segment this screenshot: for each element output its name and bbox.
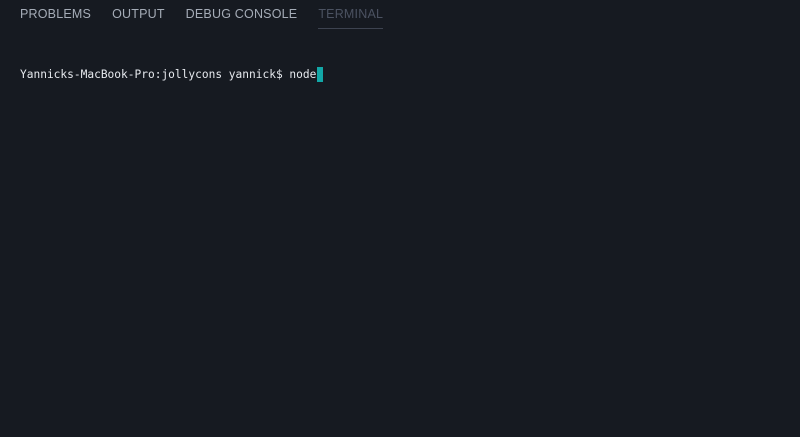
terminal-line: Yannicks-MacBook-Pro:jollycons yannick$ … — [20, 67, 780, 82]
terminal-output[interactable]: Yannicks-MacBook-Pro:jollycons yannick$ … — [20, 41, 780, 427]
tab-output[interactable]: OUTPUT — [112, 0, 165, 28]
terminal-cursor — [317, 67, 324, 82]
terminal-command: node — [289, 68, 317, 81]
tab-terminal[interactable]: TERMINAL — [318, 0, 384, 29]
terminal-panel: PROBLEMS OUTPUT DEBUG CONSOLE TERMINAL Y… — [0, 0, 800, 437]
terminal-prompt: Yannicks-MacBook-Pro:jollycons yannick$ — [20, 68, 290, 81]
panel-tab-bar: PROBLEMS OUTPUT DEBUG CONSOLE TERMINAL — [0, 0, 404, 30]
tab-debug-console[interactable]: DEBUG CONSOLE — [186, 0, 298, 28]
tab-problems[interactable]: PROBLEMS — [20, 0, 91, 28]
